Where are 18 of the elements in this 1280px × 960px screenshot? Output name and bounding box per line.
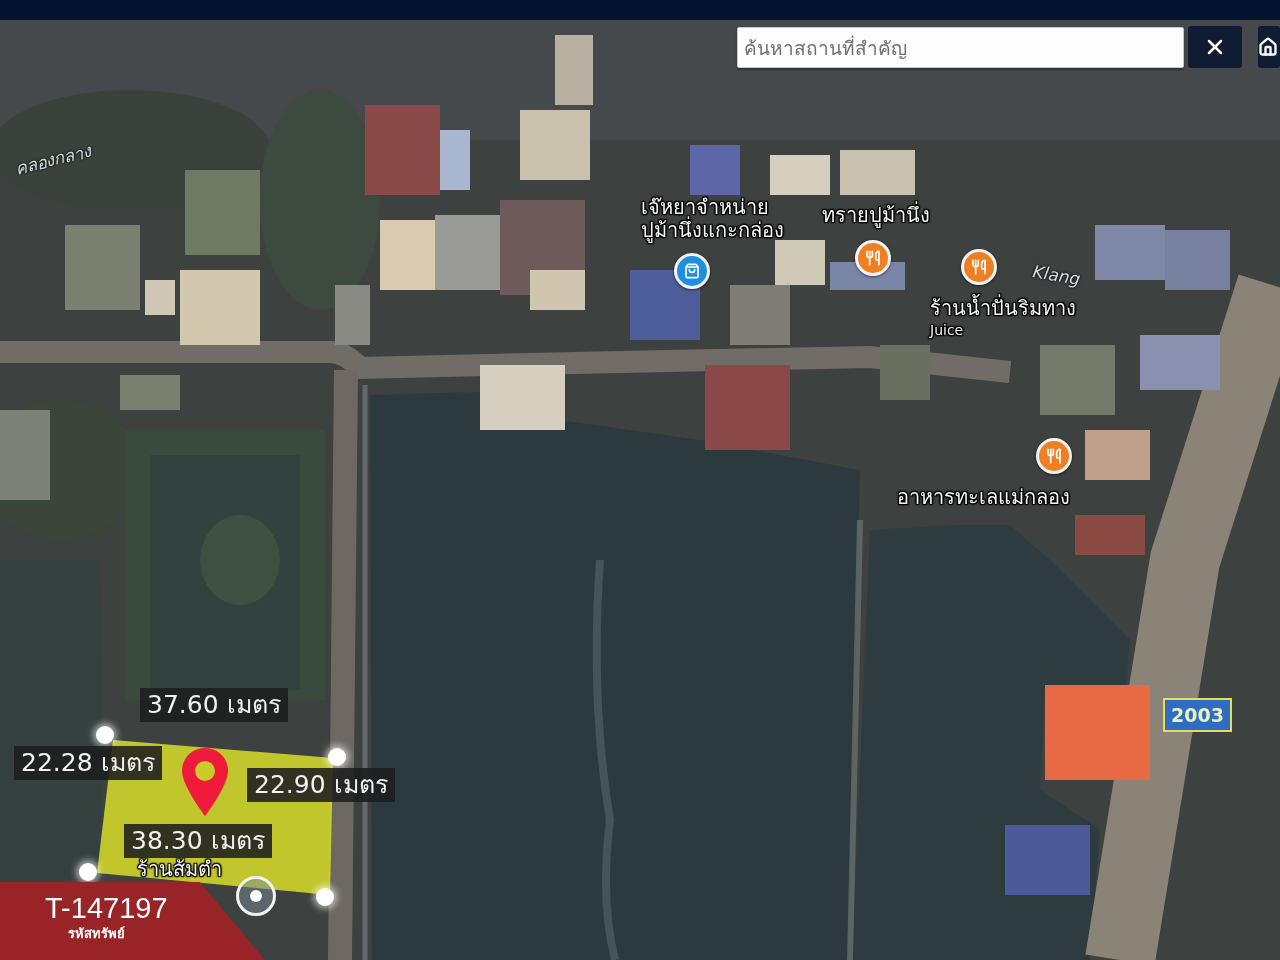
location-pin-icon bbox=[182, 748, 228, 816]
map-label: เจ๊หยาจำหน่าย ปูม้านึ่งแกะกล่อง bbox=[641, 196, 784, 242]
close-button[interactable] bbox=[1188, 26, 1242, 68]
home-button[interactable] bbox=[1258, 26, 1280, 68]
target-icon bbox=[236, 876, 276, 916]
map-label: ร้านส้มตำ bbox=[137, 858, 222, 881]
map-label: Klang bbox=[1031, 262, 1082, 290]
home-icon bbox=[1258, 37, 1278, 57]
road-number-sign: 2003 bbox=[1163, 698, 1232, 732]
search-field[interactable]: ค้นหาสถานที่สำคัญ bbox=[737, 27, 1184, 68]
measurement-label: 37.60 เมตร bbox=[140, 688, 288, 722]
code-caption: รหัสทรัพย์ bbox=[68, 925, 125, 943]
measurement-label: 22.28 เมตร bbox=[14, 746, 162, 780]
listing-code: T-147197 bbox=[45, 893, 168, 923]
map-label: อาหารทะเลแม่กลอง bbox=[897, 486, 1070, 509]
map-label: Juice bbox=[930, 322, 964, 339]
measurement-label: 38.30 เมตร bbox=[124, 824, 272, 858]
measurement-label: 22.90 เมตร bbox=[247, 768, 395, 802]
